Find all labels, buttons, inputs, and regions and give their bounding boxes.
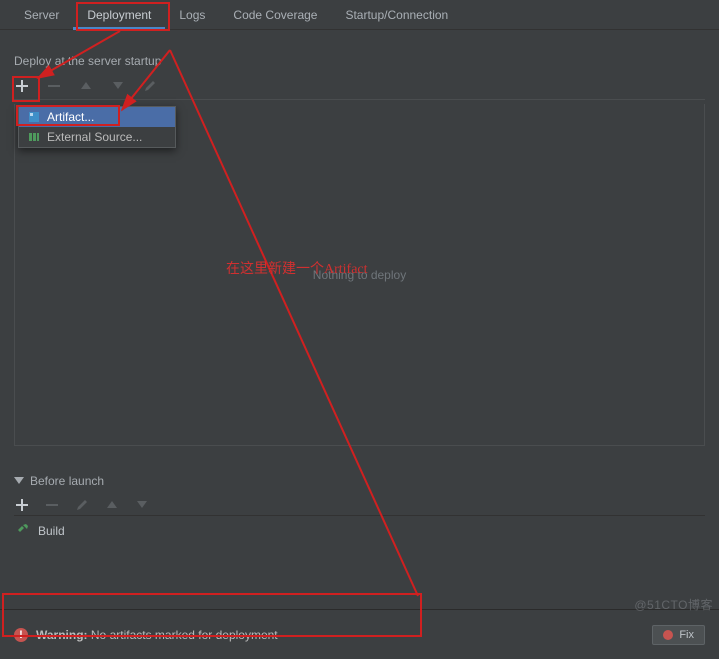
pencil-icon <box>76 499 88 511</box>
fix-button[interactable]: Fix <box>652 625 705 645</box>
move-down-button[interactable] <box>110 78 126 94</box>
remove-button[interactable] <box>46 78 62 94</box>
bl-edit-button[interactable] <box>74 497 90 513</box>
menu-item-artifact-label: Artifact... <box>47 110 94 124</box>
bl-remove-button[interactable] <box>44 497 60 513</box>
before-launch-build-row[interactable]: Build <box>14 516 705 545</box>
plus-icon <box>16 499 28 511</box>
minus-icon <box>48 80 60 92</box>
add-popup-menu: Artifact... External Source... <box>18 106 176 148</box>
tab-code-coverage[interactable]: Code Coverage <box>219 0 331 30</box>
fix-button-label: Fix <box>679 629 694 641</box>
menu-item-external-source[interactable]: External Source... <box>19 127 175 147</box>
watermark: @51CTO博客 <box>634 596 713 613</box>
menu-item-external-label: External Source... <box>47 130 142 144</box>
before-launch-toolbar <box>14 494 705 516</box>
bl-down-button[interactable] <box>134 497 150 513</box>
build-item-label: Build <box>38 524 65 538</box>
chevron-up-icon <box>107 501 117 509</box>
warning-footer: ! Warning: No artifacts marked for deplo… <box>0 609 719 659</box>
bl-up-button[interactable] <box>104 497 120 513</box>
artifact-icon <box>27 110 41 124</box>
tab-server[interactable]: Server <box>10 0 73 30</box>
chevron-down-icon <box>137 501 147 509</box>
tab-deployment[interactable]: Deployment <box>73 0 165 30</box>
menu-item-artifact[interactable]: Artifact... <box>19 107 175 127</box>
warning-message: ! Warning: No artifacts marked for deplo… <box>14 628 278 642</box>
chevron-down-icon <box>113 82 123 90</box>
chevron-down-icon <box>14 477 24 485</box>
lightbulb-icon <box>663 630 673 640</box>
before-launch-label: Before launch <box>30 474 104 488</box>
pencil-icon <box>144 80 156 92</box>
warning-text: No artifacts marked for deployment <box>91 628 278 642</box>
annotation-text: 在这里新建一个Artifact <box>226 258 368 278</box>
minus-icon <box>46 499 58 511</box>
deploy-toolbar <box>14 76 705 100</box>
warning-label: Warning: <box>36 628 88 642</box>
tab-logs[interactable]: Logs <box>165 0 219 30</box>
deploy-section-label: Deploy at the server startup <box>14 54 705 68</box>
hammer-icon <box>16 522 30 539</box>
edit-button[interactable] <box>142 78 158 94</box>
tab-startup-connection[interactable]: Startup/Connection <box>331 0 462 30</box>
move-up-button[interactable] <box>78 78 94 94</box>
chevron-up-icon <box>81 82 91 90</box>
external-source-icon <box>27 130 41 144</box>
error-icon: ! <box>14 628 28 642</box>
before-launch-header[interactable]: Before launch <box>14 474 705 488</box>
bl-add-button[interactable] <box>14 497 30 513</box>
add-button[interactable] <box>14 78 30 94</box>
config-tabs: Server Deployment Logs Code Coverage Sta… <box>0 0 719 30</box>
plus-icon <box>16 80 28 92</box>
